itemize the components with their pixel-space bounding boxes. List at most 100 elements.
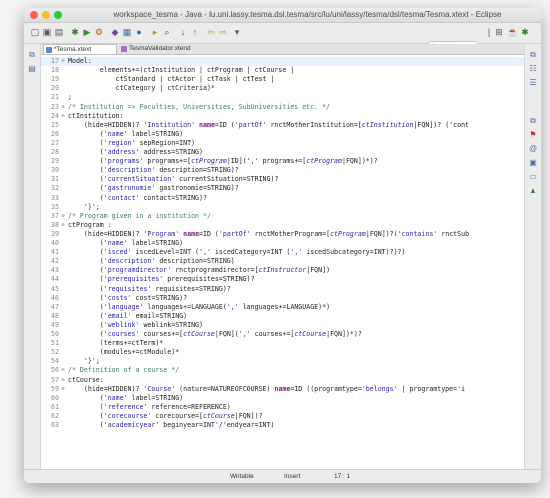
forward-icon[interactable]: ⇨ <box>218 27 228 38</box>
code-line[interactable]: 57 ⊖ ctCourse: <box>41 376 524 385</box>
code-line[interactable]: 49 ('weblink' weblink=STRING) <box>41 321 524 330</box>
code-line[interactable]: 25 (hide=HIDDEN)? 'Institution' name=ID … <box>41 121 524 130</box>
restore-icon[interactable]: ⧉ <box>528 50 538 60</box>
code-line[interactable]: 26 ('name' label=STRING) <box>41 130 524 139</box>
zoom-window-button[interactable] <box>54 11 62 19</box>
code-line[interactable]: 39 (hide=HIDDEN)? 'Program' name=ID ('pa… <box>41 230 524 239</box>
progress-icon[interactable]: ▲ <box>528 186 538 196</box>
new-java-project-icon[interactable]: ◆ <box>110 27 120 38</box>
problems-icon[interactable]: ⚑ <box>528 130 538 140</box>
open-perspective-icon[interactable]: ⊞ <box>494 27 504 38</box>
code-text: ('weblink' weblink=STRING) <box>68 320 203 329</box>
line-number: 40 <box>51 239 59 247</box>
tab-tesma-validator-xtend[interactable]: TesmaValidator.xtend <box>119 44 207 54</box>
code-text: ('prerequisites' prerequisites=STRING)? <box>68 275 255 284</box>
search-icon[interactable]: ⌕ <box>162 27 172 38</box>
code-line[interactable]: 23 ⊖/* Institution => Faculties, Universi… <box>41 103 524 112</box>
code-text: ctCourse: <box>68 375 104 384</box>
code-text: ('programs' programs+=[ctProgram|ID](','… <box>68 157 378 166</box>
code-line[interactable]: 60 ('name' label=STRING) <box>41 394 524 403</box>
fold-toggle-icon[interactable]: ⊖ <box>60 221 66 230</box>
line-number: 45 <box>51 284 59 293</box>
run-icon[interactable]: ▶ <box>82 27 92 38</box>
code-line[interactable]: 31 ('currentSituation' currentSituation=… <box>41 175 524 184</box>
code-text: ('gastronomie' gastronomie=STRING)? <box>68 184 239 193</box>
code-text: ; <box>68 93 72 102</box>
fold-toggle-icon[interactable]: ⊖ <box>60 376 66 385</box>
code-line[interactable]: 21; <box>41 93 524 102</box>
line-number: 46 <box>51 293 59 302</box>
code-line[interactable]: 40 ('name' label=STRING) <box>41 239 524 248</box>
code-line[interactable]: 50 ('courses' courses+=[ctCourse|FQN](',… <box>41 330 524 339</box>
back-icon[interactable]: ⇦ <box>206 27 216 38</box>
fold-toggle-icon[interactable]: ⊖ <box>60 112 66 121</box>
javadoc-icon[interactable]: @ <box>528 144 538 154</box>
code-line[interactable]: 32 ('gastronomie' gastronomie=STRING)? <box>41 184 524 193</box>
code-line[interactable]: 63 ('academicyear' beginyear=INT'/'endye… <box>41 421 524 430</box>
code-line[interactable]: 62 ('corecourse' corecourse=[ctCourse|FQ… <box>41 412 524 421</box>
fold-toggle-icon[interactable]: ⊖ <box>60 366 66 375</box>
fold-toggle-icon[interactable]: ⊖ <box>60 385 66 394</box>
code-line[interactable]: 47 ('language' languages+=LANGUAGE(',' l… <box>41 303 524 312</box>
package-explorer-icon[interactable]: ▤ <box>27 64 37 74</box>
code-line[interactable]: 27 ('region' sepRegion=INT) <box>41 139 524 148</box>
tab-tesma-xtext[interactable]: *Tesma.xtext <box>43 44 117 54</box>
previous-annotation-icon[interactable]: ↑ <box>190 27 200 38</box>
code-line[interactable]: 61 ('reference' reference=REFERENCE) <box>41 403 524 412</box>
code-line[interactable]: 33 ('contact' contact=STRING)? <box>41 194 524 203</box>
code-line[interactable]: 19 ctStandard | ctActor | ctTask | ctTes… <box>41 75 524 84</box>
line-number: 32 <box>51 184 59 193</box>
declaration-icon[interactable]: ▣ <box>528 158 538 168</box>
code-line[interactable]: 18 elements+=(ctInstitution | ctProgram … <box>41 66 524 75</box>
debug-perspective-icon[interactable]: ✱ <box>520 27 530 38</box>
minimize-window-button[interactable] <box>42 11 50 19</box>
close-window-button[interactable] <box>30 11 38 19</box>
code-line[interactable]: 24 ⊖ ctInstitution: <box>41 112 524 121</box>
code-line[interactable]: 17 ⊖ Model: <box>41 57 524 66</box>
java-perspective-icon[interactable]: ☕ <box>507 27 518 38</box>
outline-icon[interactable]: ☰ <box>528 78 538 88</box>
code-line[interactable]: 59 ⊖ (hide=HIDDEN)? 'Course' (nature=NATU… <box>41 385 524 394</box>
code-editor[interactable]: 17 ⊖ Model: 18 elements+=(ctInstitution | c… <box>41 55 524 469</box>
fold-toggle-icon[interactable]: ⊖ <box>60 57 66 66</box>
code-line[interactable]: 46 ('costs' cost=STRING)? <box>41 294 524 303</box>
code-line[interactable]: 43 ('programdirector' rnctprogramdirecto… <box>41 266 524 275</box>
code-line[interactable]: 20 ctCategory | ctCriteria)* <box>41 84 524 93</box>
code-line[interactable]: 48 ('email' email=STRING) <box>41 312 524 321</box>
code-line[interactable]: 41 ('isced' iscedLevel=INT (',' iscedCat… <box>41 248 524 257</box>
code-line[interactable]: 30 ('description' description=STRING)? <box>41 166 524 175</box>
code-line[interactable]: 42 ('description' description=STRING) <box>41 257 524 266</box>
code-line[interactable]: 45 ('requisites' requisites=STRING)? <box>41 285 524 294</box>
new-class-icon[interactable]: ● <box>134 27 144 38</box>
external-tools-icon[interactable]: ⚙ <box>94 27 104 38</box>
line-number: 19 <box>51 75 59 84</box>
console-icon[interactable]: ▭ <box>528 172 538 182</box>
fold-toggle-icon[interactable]: ⊖ <box>60 103 66 112</box>
line-number: 42 <box>51 257 59 266</box>
fold-toggle-icon[interactable]: ⊖ <box>60 212 66 221</box>
task-list-icon[interactable]: ☷ <box>528 64 538 74</box>
debug-icon[interactable]: ✱ <box>70 27 80 38</box>
line-number: 24 <box>51 111 59 120</box>
new-icon[interactable]: ▢ <box>30 27 40 38</box>
open-type-icon[interactable]: ▸ <box>150 27 160 38</box>
chevron-down-icon[interactable]: ▾ <box>232 27 242 38</box>
code-line[interactable]: 28 ('address' address=STRING) <box>41 148 524 157</box>
new-package-icon[interactable]: ▦ <box>122 27 132 38</box>
restore-icon[interactable]: ⧉ <box>27 50 37 60</box>
code-line[interactable]: 51 (terms+=ctTerm)* <box>41 339 524 348</box>
code-line[interactable]: 52 (modules+=ctModule)* <box>41 348 524 357</box>
save-icon[interactable]: ▣ <box>42 27 52 38</box>
code-text: (terms+=ctTerm)* <box>68 339 164 348</box>
code-line[interactable]: 54 '}'; <box>41 357 524 366</box>
next-annotation-icon[interactable]: ↓ <box>178 27 188 38</box>
code-line[interactable]: 35 '}'; <box>41 203 524 212</box>
code-line[interactable]: 37 ⊖/* Program given in a institution */ <box>41 212 524 221</box>
code-line[interactable]: 29 ('programs' programs+=[ctProgram|ID](… <box>41 157 524 166</box>
code-line[interactable]: 56 ⊖/* Definition of a course */ <box>41 366 524 375</box>
code-line[interactable]: 38 ⊖ ctProgram : <box>41 221 524 230</box>
print-icon[interactable]: ▤ <box>54 27 64 38</box>
restore-icon[interactable]: ⧉ <box>528 116 538 126</box>
line-number: 21 <box>51 93 59 102</box>
code-line[interactable]: 44 ('prerequisites' prerequisites=STRING… <box>41 275 524 284</box>
